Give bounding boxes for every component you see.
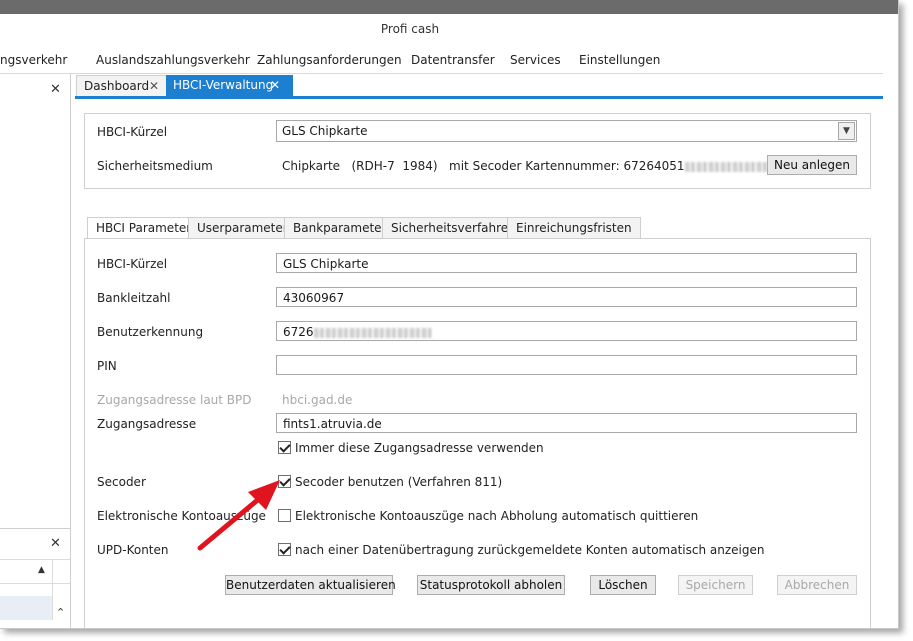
benutzerkennung-value: 6726 [283,325,432,339]
left-panel-row-line [0,583,70,584]
window-title: Profi cash [380,22,440,36]
tab-einreichungsfristen[interactable]: Einreichungsfristen [507,217,641,238]
title-bar-strip [0,0,898,14]
left-panel-column-line [52,560,53,620]
tab-hbci-close-icon[interactable]: ✕ [270,75,280,96]
menu-item-auslandszahlungsverkehr[interactable]: Auslandszahlungsverkehr [96,53,250,67]
bankleitzahl-input[interactable]: 43060967 [276,287,857,307]
sort-up-icon[interactable]: ▲ [38,565,45,575]
tab-bankparameter[interactable]: Bankparameter [284,217,396,238]
pin-input[interactable] [276,355,857,375]
menu-item-zahlungsanforderungen[interactable]: Zahlungsanforderungen [257,53,402,67]
tab-sicherheitsverfahren[interactable]: Sicherheitsverfahren [382,217,525,238]
bankleitzahl-value: 43060967 [283,291,345,305]
cancel-button[interactable]: Abbrechen [777,575,857,595]
tab-dashboard-label: Dashboard [84,79,150,93]
zugangsadresse-input[interactable]: fints1.atruvia.de [276,413,857,433]
kuerzel-input-value: GLS Chipkarte [283,257,369,271]
sicherheitsmedium-text: Chipkarte (RDH-7 1984) mit Secoder Karte… [282,159,685,173]
secoder-label: Secoder [97,475,146,489]
tab-dashboard[interactable]: Dashboard ✕ [76,75,172,97]
app-window: Profi cash ngsverkehr Auslandszahlungsve… [0,0,899,629]
update-user-data-button[interactable]: Benutzerdaten aktualisieren [225,575,396,595]
tab-userparameter[interactable]: Userparameter [188,217,297,238]
sicherheitsmedium-value: Chipkarte (RDH-7 1984) mit Secoder Karte… [282,159,777,173]
hbci-kuerzel-selected: GLS Chipkarte [282,124,368,138]
menu-item-zahlungsverkehr[interactable]: ngsverkehr [0,53,67,67]
zugangsadresse-value: fints1.atruvia.de [283,417,382,431]
benutzerkennung-text: 6726 [283,325,314,339]
tab-dashboard-close-icon[interactable]: ✕ [149,76,159,97]
neu-anlegen-button[interactable]: Neu anlegen [767,155,857,175]
scroll-up-icon[interactable]: ⌃ [56,606,65,619]
save-button[interactable]: Speichern [678,575,753,595]
secoder-checkbox-label: Secoder benutzen (Verfahren 811) [295,475,503,489]
upd-checkbox-label: nach einer Datenübertragung zurückgemeld… [295,543,765,557]
annotation-arrow-icon [197,480,280,551]
zugangsadresse-label: Zugangsadresse [97,417,197,431]
menu-item-einstellungen[interactable]: Einstellungen [579,53,660,67]
tab-hbci-label: HBCI-Verwaltung [173,78,274,92]
always-use-address-label: Immer diese Zugangsadresse verwenden [295,441,544,455]
status-protocol-button[interactable]: Statusprotokoll abholen [417,575,565,595]
menu-separator [0,73,898,74]
form-kuerzel-label: HBCI-Kürzel [97,257,168,271]
menu-item-datentransfer[interactable]: Datentransfer [411,53,495,67]
always-use-address-checkbox[interactable] [278,441,291,454]
tab-hbci-verwaltung[interactable]: HBCI-Verwaltung ✕ [166,75,293,96]
left-panel-close-icon[interactable]: ✕ [50,82,61,97]
hbci-kuerzel-select[interactable]: GLS Chipkarte ▼ [276,120,857,142]
menu-item-services[interactable]: Services [510,53,561,67]
upd-label: UPD-Konten [97,543,169,557]
left-panel-row-line [0,559,70,560]
tab-accent-bar [75,96,898,99]
pin-label: PIN [97,359,117,373]
kuerzel-input[interactable]: GLS Chipkarte [276,253,857,273]
right-edge [883,14,898,628]
left-panel-separator [0,528,70,529]
sicherheitsmedium-label: Sicherheitsmedium [97,159,213,173]
bpd-address-label: Zugangsadresse laut BPD [97,393,252,407]
redacted-card-number [684,161,777,172]
tab-hbci-parameter[interactable]: HBCI Parameter [87,217,201,239]
ekto-checkbox-label: Elektronische Kontoauszüge nach Abholung… [295,509,699,523]
benutzerkennung-input[interactable]: 6726 [276,321,857,341]
bpd-address-value: hbci.gad.de [282,393,353,407]
redacted-user-id [313,327,432,338]
benutzerkennung-label: Benutzerkennung [97,325,204,339]
delete-button[interactable]: Löschen [590,575,656,595]
bankleitzahl-label: Bankleitzahl [97,291,171,305]
chevron-down-icon[interactable]: ▼ [838,122,855,140]
left-panel-lower-close-icon[interactable]: ✕ [50,536,61,551]
hbci-kuerzel-label: HBCI-Kürzel [97,125,168,139]
left-panel-selected-row[interactable] [0,596,52,620]
